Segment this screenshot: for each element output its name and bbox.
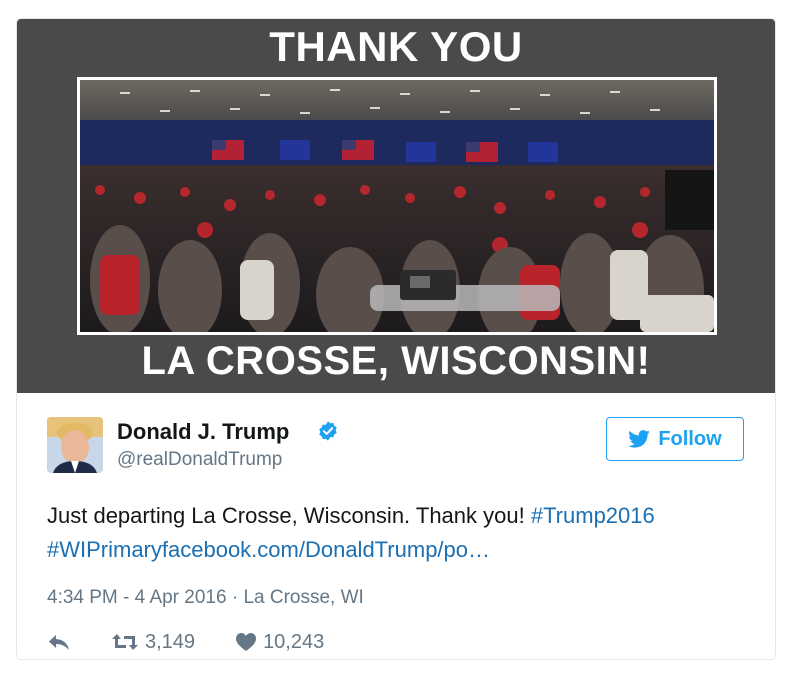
rally-photo <box>77 77 717 335</box>
timestamp[interactable]: 4:34 PM - 4 Apr 2016 <box>47 587 227 608</box>
like-count: 10,243 <box>263 630 325 653</box>
tweet-meta: 4:34 PM - 4 Apr 2016 · La Crosse, WI <box>47 587 364 609</box>
verified-badge-icon <box>319 421 337 441</box>
media-caption-bottom: LA CROSSE, WISCONSIN! <box>141 339 651 383</box>
location[interactable]: La Crosse, WI <box>243 587 363 608</box>
reply-arrow-icon <box>49 635 69 650</box>
twitter-bird-icon <box>628 430 651 448</box>
retweet-count: 3,149 <box>145 630 196 653</box>
follow-button[interactable]: Follow <box>606 417 744 461</box>
hashtag-and-url-link[interactable]: #WIPrimaryfacebook.com/DonaldTrump/po… <box>47 537 490 562</box>
tweet-text: Just departing La Crosse, Wisconsin. Tha… <box>47 499 747 567</box>
avatar[interactable] <box>47 417 103 473</box>
hashtag-trump2016-link[interactable]: #Trump2016 <box>531 503 655 528</box>
tweet-card: THANK YOU LA CROSSE, WISCONSIN! Donald J… <box>16 18 776 660</box>
tweet-text-body: Just departing La Crosse, Wisconsin. Tha… <box>47 503 531 528</box>
author-handle[interactable]: @realDonaldTrump <box>117 449 282 471</box>
retweet-icon <box>112 634 138 650</box>
meta-separator: · <box>226 587 244 608</box>
author-name[interactable]: Donald J. Trump <box>117 419 289 445</box>
reply-button[interactable] <box>47 632 71 652</box>
media-caption-top: THANK YOU <box>269 23 523 70</box>
tweet-actions: 3,149 10,243 <box>47 629 364 655</box>
like-button[interactable]: 10,243 <box>235 631 324 654</box>
retweet-button[interactable]: 3,149 <box>111 631 195 654</box>
heart-icon <box>236 633 257 651</box>
tweet-media[interactable]: THANK YOU LA CROSSE, WISCONSIN! <box>17 19 775 393</box>
follow-button-label: Follow <box>658 427 722 450</box>
